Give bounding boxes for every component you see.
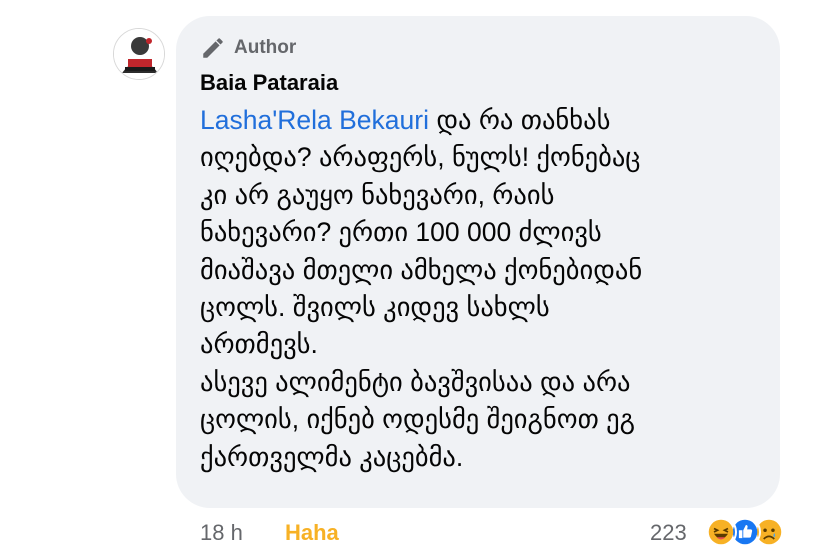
comment-bubble: Author Baia Pataraia Lasha'Rela Bekauri … [176, 16, 780, 508]
comment-footer: 18 h Haha 223 [0, 514, 827, 552]
comment-line: კი არ გაუყო ნახევარი, რაის [200, 179, 555, 210]
avatar-image [114, 29, 164, 79]
comment-line: ცოლს. შვილს კიდევ სახლს [200, 292, 550, 323]
pencil-icon [203, 38, 223, 58]
haha-icon [705, 516, 737, 548]
mention-link[interactable]: Lasha'Rela Bekauri [200, 105, 429, 135]
comment-line: იღებდა? არაფერს, ნულს! ქონებაც [200, 142, 641, 173]
avatar[interactable] [113, 28, 165, 80]
comment-line: ასევე ალიმენტი ბავშვისაა და არა [200, 366, 631, 397]
comment-line: მიაშავა მთელი ამხელა ქონებიდან [200, 254, 643, 285]
reaction-count[interactable]: 223 [650, 520, 687, 546]
timestamp-link[interactable]: 18 h [200, 520, 243, 546]
comment-line: ცოლის, იქნებ ოდესმე შეიგნოთ ეგ [200, 404, 636, 435]
reaction-button[interactable]: Haha [285, 520, 339, 546]
author-badge: Author [200, 35, 296, 61]
comment-line: ართმევს. [200, 329, 318, 360]
comment-line: ქართველმა კაცებმა. [200, 441, 464, 472]
comment-line-text: და რა თანხას [428, 105, 611, 135]
reaction-summary[interactable] [705, 516, 805, 550]
comment-text: Lasha'Rela Bekauri და რა თანხას იღებდა? … [200, 102, 770, 476]
comment-line: Lasha'Rela Bekauri და რა თანხას [200, 102, 770, 139]
comment-line: ნახევარი? ერთი 100 000 ძლივს [200, 217, 602, 248]
commenter-name[interactable]: Baia Pataraia [200, 70, 338, 96]
author-label: Author [234, 37, 297, 58]
